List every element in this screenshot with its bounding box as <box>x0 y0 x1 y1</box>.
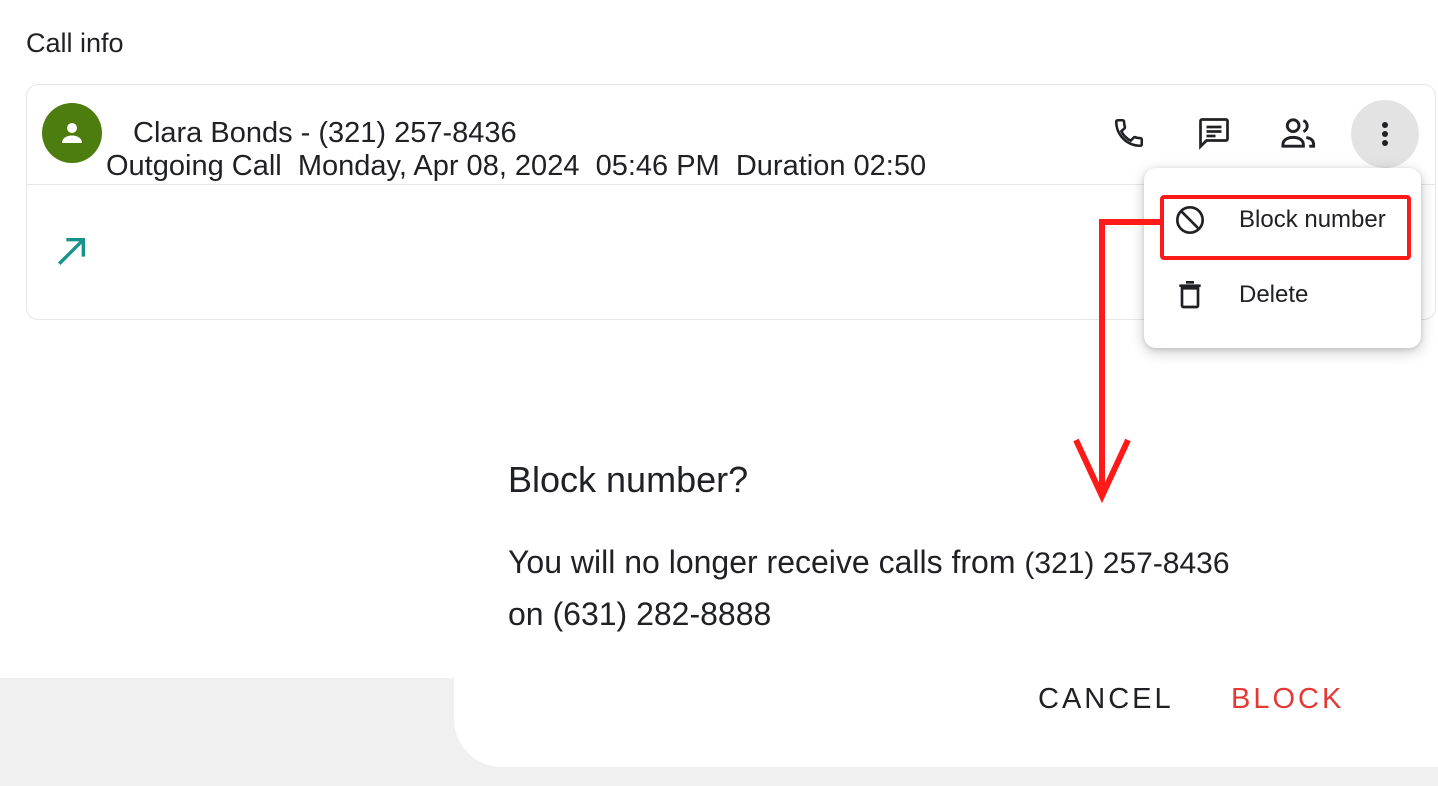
call-duration: Duration 02:50 <box>735 150 927 182</box>
call-button[interactable] <box>1101 105 1157 161</box>
call-detail-text: Outgoing Call Monday, Apr 08, 2024 05:46… <box>106 150 926 183</box>
dialog-body-on: on <box>508 596 544 632</box>
more-vert-icon <box>1382 122 1388 146</box>
block-number-dialog: Block number? You will no longer receive… <box>454 405 1438 767</box>
menu-item-block-number[interactable]: Block number <box>1144 190 1421 250</box>
message-icon <box>1199 118 1229 150</box>
dialog-title: Block number? <box>508 459 749 500</box>
call-date: Monday, Apr 08, 2024 <box>297 150 580 182</box>
page-title: Call info <box>26 28 124 58</box>
trash-icon <box>1179 281 1201 309</box>
contacts-icon <box>1281 118 1316 148</box>
menu-item-label: Block number <box>1239 206 1386 233</box>
call-time: 05:46 PM <box>595 150 720 182</box>
outgoing-call-icon <box>58 237 86 265</box>
phone-icon <box>1114 118 1144 148</box>
menu-item-delete[interactable]: Delete <box>1144 265 1421 325</box>
message-button[interactable] <box>1186 105 1242 161</box>
call-type: Outgoing Call <box>106 150 282 182</box>
contacts-button[interactable] <box>1271 105 1327 161</box>
contact-avatar[interactable] <box>42 103 102 163</box>
own-number: (631) 282-8888 <box>552 596 772 632</box>
block-button[interactable]: BLOCK <box>1231 683 1344 716</box>
cancel-button[interactable]: CANCEL <box>1038 683 1174 716</box>
contact-name: Clara Bonds - (321) 257-8436 <box>133 117 517 149</box>
block-icon <box>1176 206 1204 234</box>
blocked-number: (321) 257-8436 <box>1024 547 1230 580</box>
dialog-body: You will no longer receive calls from (3… <box>508 537 1328 639</box>
overflow-menu: Block number Delete <box>1144 168 1421 348</box>
menu-item-label: Delete <box>1239 281 1309 308</box>
person-icon <box>62 123 82 143</box>
dialog-body-prefix: You will no longer receive calls from <box>508 544 1016 580</box>
more-options-button[interactable] <box>1351 100 1419 168</box>
